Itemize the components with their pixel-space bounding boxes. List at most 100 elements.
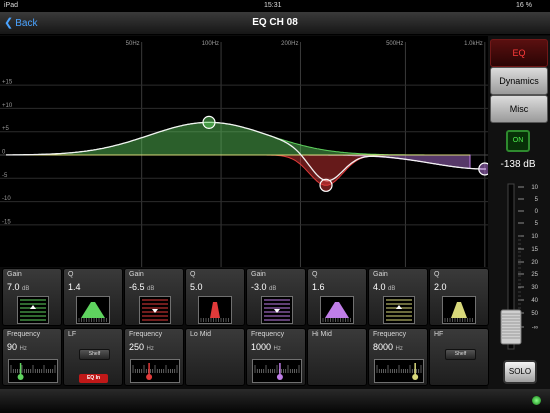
value-number: 8000 — [373, 342, 394, 352]
misc-tab-button[interactable]: Misc — [490, 95, 548, 123]
right-panel: EQ Dynamics Misc ON -138 dB 10 5 0 5 10 15 20 2… — [488, 36, 550, 389]
fader-scale-label: 30 — [531, 285, 538, 291]
band-handle[interactable] — [319, 178, 333, 192]
control-label: Frequency — [7, 331, 41, 338]
fader-scale-label: 25 — [531, 272, 538, 278]
bottom-bar — [0, 389, 550, 413]
band-label-cell: Hi Mid — [307, 328, 367, 386]
eq-graph[interactable]: 50Hz100Hz200Hz500Hz1.0kHz2.0kHz5.0kHz10.… — [0, 36, 488, 267]
control-value: 5.0 — [190, 282, 203, 292]
value-number: 5.0 — [190, 282, 203, 292]
gain-control[interactable]: Gain 4.0 dB — [368, 268, 428, 326]
shelf-control[interactable]: LF Shelf EQ In — [63, 328, 123, 386]
value-number: 7.0 — [7, 282, 20, 292]
control-label: Q — [190, 271, 196, 278]
control-label: Hi Mid — [312, 331, 332, 338]
gain-control[interactable]: Gain -3.0 dB — [246, 268, 306, 326]
dynamics-tab-button[interactable]: Dynamics — [490, 67, 548, 95]
fader-scale-label: 5 — [535, 221, 539, 227]
gain-control[interactable]: Gain 7.0 dB — [2, 268, 62, 326]
page-title: EQ CH 08 — [252, 17, 298, 28]
fader-scale-label: 20 — [531, 260, 538, 266]
fader-scale-label: 5 — [535, 197, 539, 203]
frequency-indicator-icon — [374, 359, 424, 383]
device-name: iPad — [4, 2, 19, 9]
eq-curve-chart[interactable]: 50Hz100Hz200Hz500Hz1.0kHz2.0kHz5.0kHz10.… — [0, 36, 488, 267]
value-unit: Hz — [146, 346, 154, 352]
control-label: Lo Mid — [190, 331, 212, 338]
q-control[interactable]: Q 5.0 — [185, 268, 245, 326]
frequency-indicator-icon — [8, 359, 58, 383]
q-control[interactable]: Q 1.6 — [307, 268, 367, 326]
eq-on-button[interactable]: ON — [506, 130, 530, 152]
value-number: 90 — [7, 342, 18, 352]
band-handle[interactable] — [478, 162, 488, 176]
db-tick-label: -10 — [2, 196, 11, 202]
control-label: Frequency — [251, 331, 285, 338]
band-response-area — [20, 154, 471, 169]
fader-scale-label: 50 — [531, 311, 538, 317]
control-label: Frequency — [129, 331, 163, 338]
control-label: Q — [68, 271, 74, 278]
fader-knob[interactable] — [500, 309, 522, 345]
fader-scale-label: 10 — [531, 185, 538, 191]
freq-tick-label: 500Hz — [386, 41, 403, 47]
eq-tab-button[interactable]: EQ — [490, 39, 548, 67]
value-unit: Hz — [395, 346, 403, 352]
fader-scale-label: -∞ — [532, 325, 538, 331]
value-number: -6.5 — [129, 282, 145, 292]
value-number: 2.0 — [434, 282, 447, 292]
channel-fader[interactable]: 1050510152025304050-∞ — [488, 176, 550, 381]
q-control[interactable]: Q 2.0 — [429, 268, 489, 326]
gain-indicator-icon — [383, 296, 415, 324]
control-value: 2.0 — [434, 282, 447, 292]
status-led-icon — [532, 396, 541, 405]
value-unit: dB — [269, 286, 277, 292]
control-value: -6.5 dB — [129, 282, 154, 292]
control-label: LF — [68, 331, 77, 338]
shelf-button[interactable]: Shelf — [445, 349, 476, 360]
control-label: Gain — [7, 271, 22, 278]
value-number: -3.0 — [251, 282, 267, 292]
solo-button[interactable]: SOLO — [503, 360, 537, 384]
q-bandwidth-icon — [198, 296, 232, 324]
band-handle[interactable] — [202, 115, 216, 129]
gain-indicator-icon — [139, 296, 171, 324]
value-unit: Hz — [273, 346, 281, 352]
value-unit: dB — [22, 286, 30, 292]
db-tick-label: +10 — [2, 103, 13, 109]
db-tick-label: +15 — [2, 80, 13, 86]
shelf-button[interactable]: Shelf — [79, 349, 110, 360]
value-number: 1000 — [251, 342, 272, 352]
frequency-control[interactable]: Frequency 90 Hz — [2, 328, 62, 386]
shelf-control[interactable]: HF Shelf — [429, 328, 489, 386]
eq-in-button[interactable]: EQ In — [79, 374, 108, 383]
control-value: 1.6 — [312, 282, 325, 292]
control-value: 250 Hz — [129, 342, 154, 352]
freq-tick-label: 100Hz — [202, 41, 219, 47]
frequency-control[interactable]: Frequency 8000 Hz — [368, 328, 428, 386]
control-value: 90 Hz — [7, 342, 27, 352]
frequency-indicator-icon — [130, 359, 180, 383]
control-label: Gain — [373, 271, 388, 278]
q-control[interactable]: Q 1.4 — [63, 268, 123, 326]
control-label: Gain — [129, 271, 144, 278]
value-number: 1.4 — [68, 282, 81, 292]
gain-indicator-icon — [261, 296, 293, 324]
freq-tick-label: 50Hz — [126, 41, 140, 47]
fader-scale-label: 10 — [531, 234, 538, 240]
freq-tick-label: 1.0kHz — [464, 41, 483, 47]
gain-control[interactable]: Gain -6.5 dB — [124, 268, 184, 326]
value-unit: dB — [147, 286, 155, 292]
frequency-control[interactable]: Frequency 250 Hz — [124, 328, 184, 386]
control-label: Q — [434, 271, 440, 278]
value-number: 250 — [129, 342, 145, 352]
fader-scale-label: 15 — [531, 247, 538, 253]
control-label: Q — [312, 271, 318, 278]
q-bandwidth-icon — [442, 296, 476, 324]
control-value: -3.0 dB — [251, 282, 276, 292]
battery-level: 16 % — [516, 2, 532, 9]
frequency-indicator-icon — [252, 359, 302, 383]
control-label: Frequency — [373, 331, 407, 338]
frequency-control[interactable]: Frequency 1000 Hz — [246, 328, 306, 386]
